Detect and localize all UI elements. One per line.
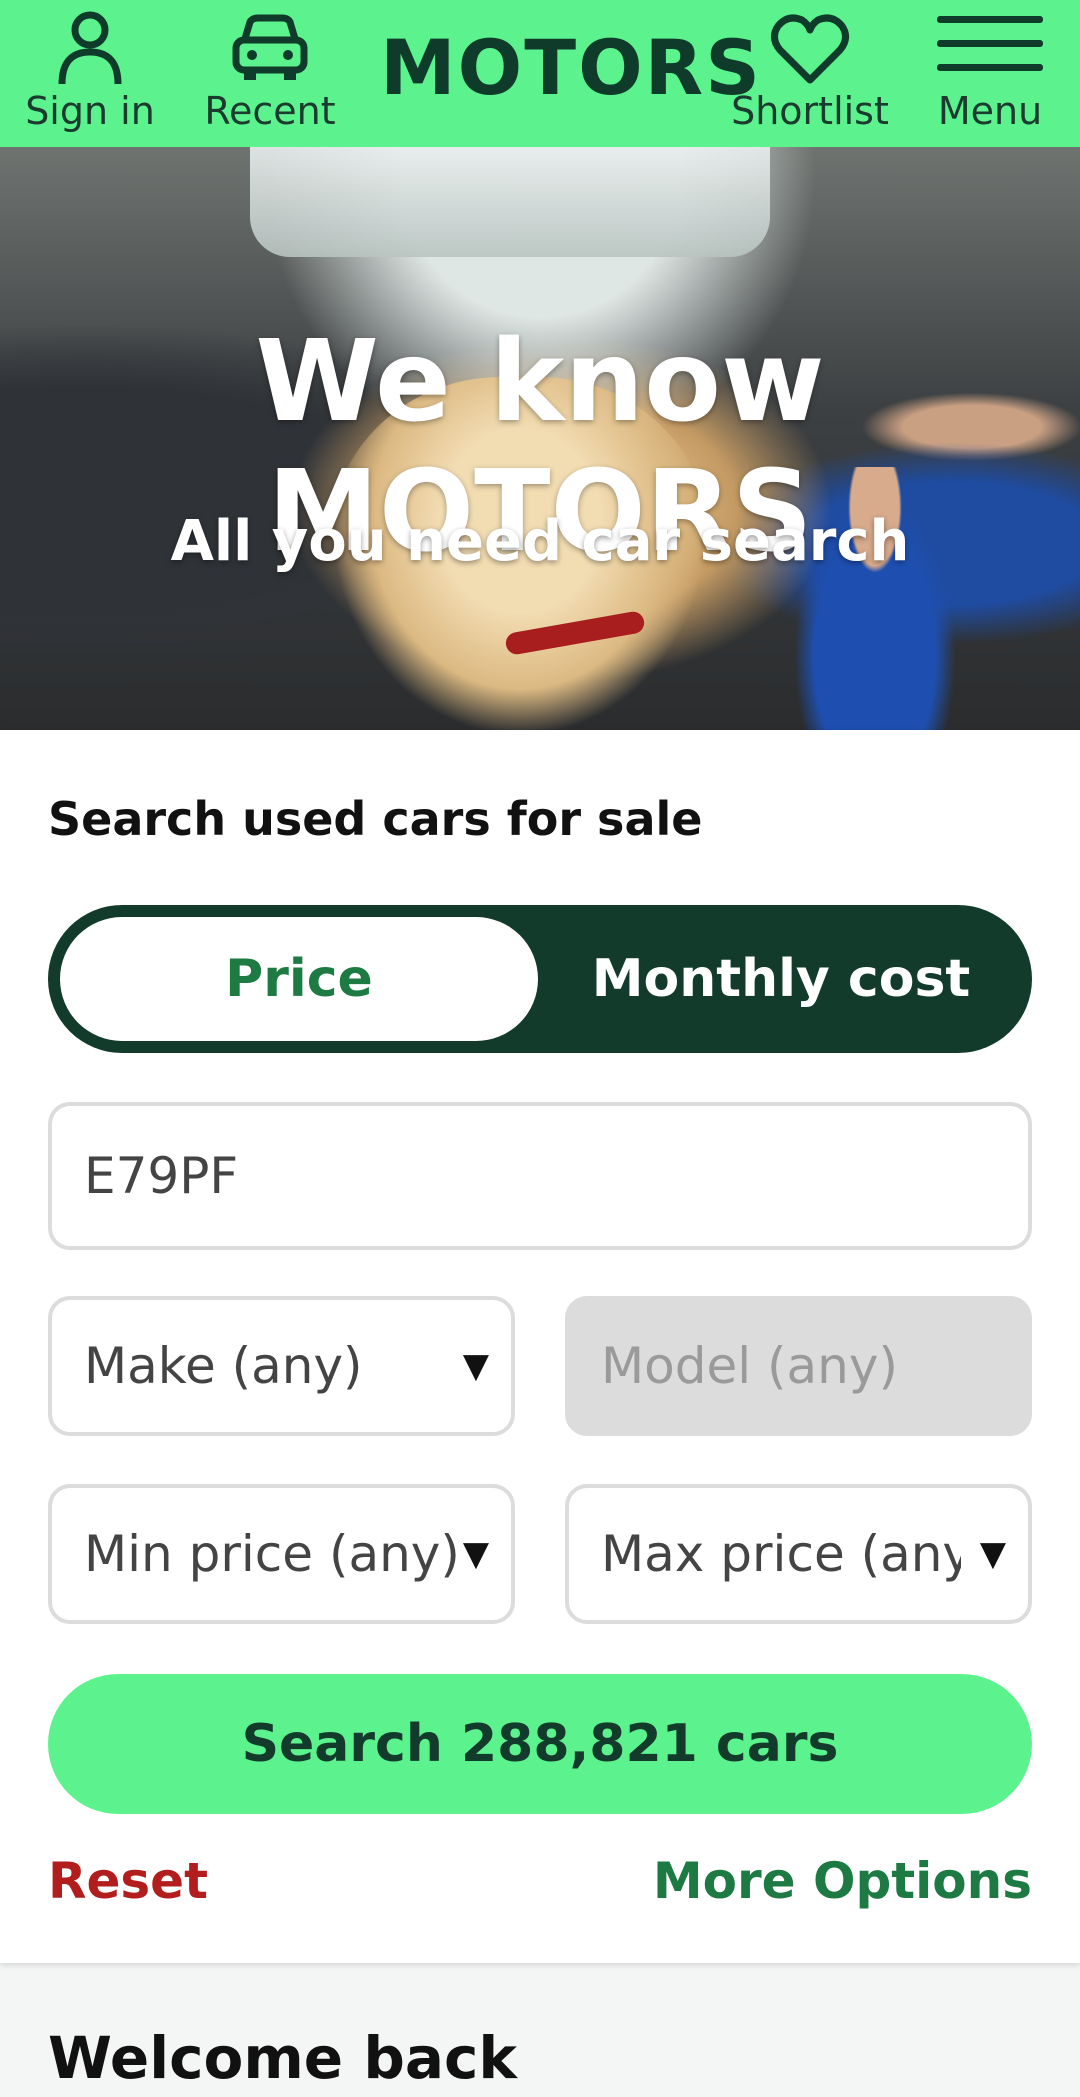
- heart-icon: [771, 14, 849, 84]
- search-card: Search used cars for sale Price Monthly …: [0, 730, 1080, 1963]
- sign-in-button[interactable]: Sign in: [22, 10, 158, 134]
- price-mode-toggle: Price Monthly cost: [48, 905, 1032, 1053]
- search-cars-button[interactable]: Search 288,821 cars: [48, 1674, 1032, 1814]
- dropdown-arrow-icon: ▼: [462, 1346, 489, 1386]
- toggle-price[interactable]: Price: [60, 917, 538, 1041]
- make-value: Make (any): [84, 1337, 363, 1395]
- model-value: Model (any): [601, 1337, 898, 1395]
- car-icon: [232, 14, 308, 80]
- menu-button[interactable]: Menu: [928, 10, 1052, 134]
- min-price-select[interactable]: Min price (any) ▼: [48, 1484, 515, 1624]
- welcome-back-heading: Welcome back: [48, 2024, 517, 2092]
- make-select[interactable]: Make (any) ▼: [48, 1296, 515, 1436]
- postcode-input[interactable]: E79PF: [48, 1102, 1032, 1250]
- user-icon: [58, 11, 122, 85]
- motors-logo[interactable]: MOTORS: [380, 28, 760, 108]
- min-price-value: Min price (any): [84, 1525, 460, 1583]
- model-select[interactable]: Model (any): [565, 1296, 1032, 1436]
- search-title: Search used cars for sale: [48, 792, 703, 846]
- dropdown-arrow-icon: ▼: [462, 1534, 489, 1574]
- more-options-link[interactable]: More Options: [653, 1852, 1032, 1910]
- max-price-value: Max price (any): [601, 1525, 961, 1583]
- shortlist-label: Shortlist: [731, 89, 889, 133]
- recent-button[interactable]: Recent: [200, 10, 340, 134]
- hamburger-menu-icon: [937, 16, 1043, 71]
- shortlist-button[interactable]: Shortlist: [730, 10, 890, 134]
- max-price-select[interactable]: Max price (any) ▼: [565, 1484, 1032, 1624]
- hero-banner: We know MOTORS All you need car search: [0, 147, 1080, 730]
- postcode-value: E79PF: [84, 1147, 239, 1205]
- hero-subtitle: All you need car search: [170, 509, 910, 574]
- menu-label: Menu: [937, 89, 1043, 133]
- hero-photo-sunroof: [250, 147, 770, 257]
- recent-label: Recent: [204, 89, 336, 133]
- toggle-monthly-cost[interactable]: Monthly cost: [542, 917, 1020, 1041]
- reset-link[interactable]: Reset: [48, 1852, 208, 1910]
- top-header: Sign in Recent MOTORS Shortlist Menu: [0, 0, 1080, 147]
- dropdown-arrow-icon: ▼: [979, 1534, 1006, 1574]
- sign-in-label: Sign in: [25, 89, 155, 133]
